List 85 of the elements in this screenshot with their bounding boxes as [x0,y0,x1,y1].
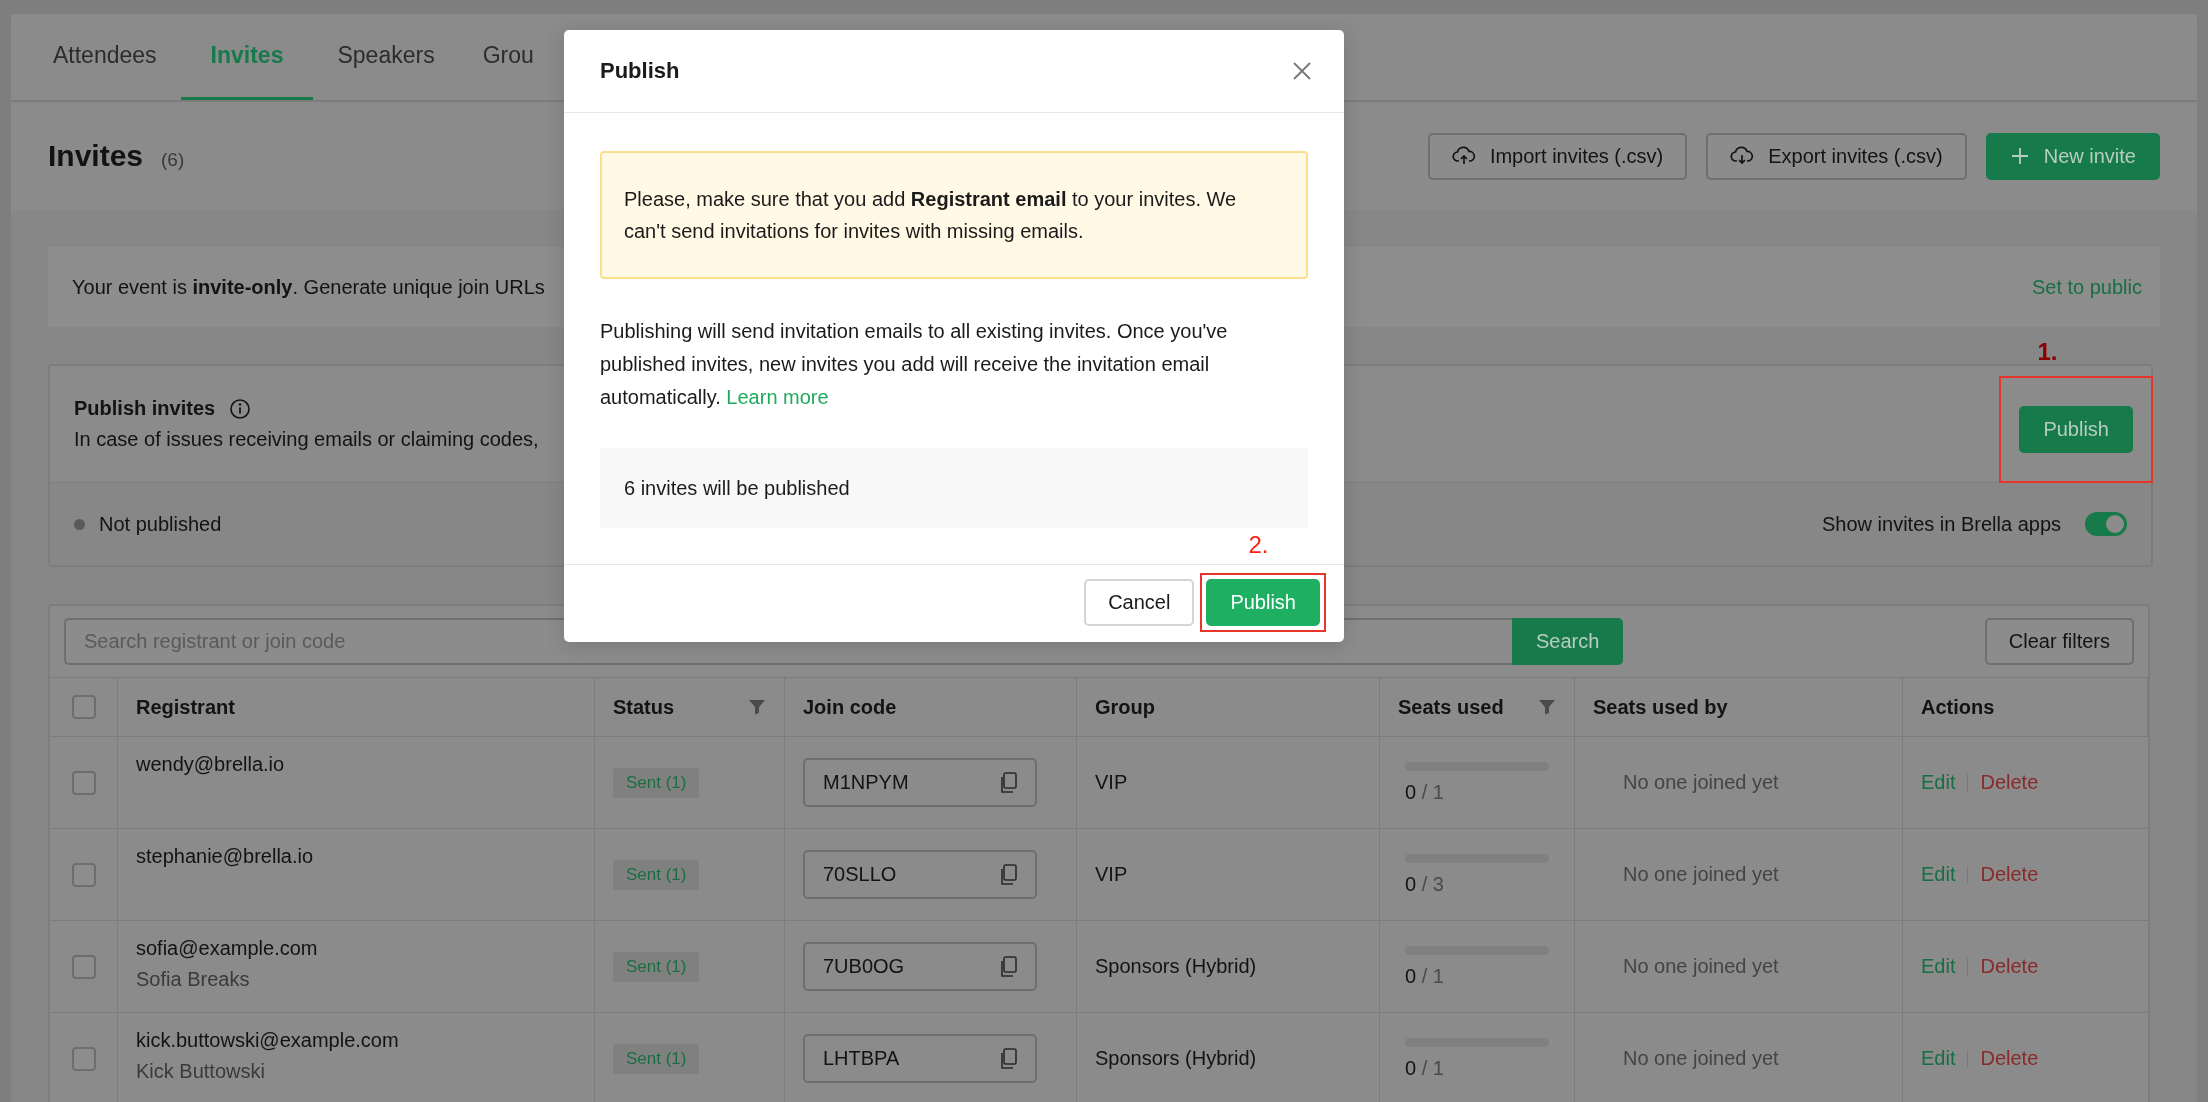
checkbox[interactable] [71,954,96,979]
cloud-icon [1730,146,1755,166]
checkbox[interactable] [71,695,96,719]
dialog-description: Publishing will send invitation emails to all existing invites. Once you've published invites, new invites you add will receive the invitation email automatically. Learn more [600,319,1229,410]
column-header: Status [613,695,675,719]
registrant-email: sofia@example.com [136,937,319,960]
registrant-email: kick.buttowski@example.com [136,1029,400,1052]
plus-icon [2009,146,2030,166]
info-icon [229,397,252,420]
delete-link[interactable]: Delete [1980,1047,2039,1070]
toggle-label: Show invites in Brella apps [1822,512,2061,536]
delete-link[interactable]: Delete [1980,955,2039,978]
status-badge: Sent (1) [613,767,700,798]
checkbox[interactable] [71,1046,96,1071]
annotation-number: 2. [1248,531,1269,559]
seats-count: 0 / 3 [1405,872,1445,896]
column-header: Actions [1921,695,1995,719]
registrant-email: wendy@brella.io [136,753,286,776]
cancel-button[interactable]: Cancel [1084,579,1195,626]
confirm-publish-button[interactable]: Publish [1206,579,1320,626]
filter-icon[interactable] [748,699,766,715]
status-badge: Sent (1) [613,1043,700,1074]
tab[interactable]: Grou [458,14,558,100]
publish-description: In case of issues receiving emails or claiming codes, [74,428,539,451]
toggle-switch[interactable] [2085,512,2127,536]
publish-button[interactable]: Publish [2019,405,2133,453]
publish-title: Publish invites [74,397,216,420]
group-name: VIP [1095,771,1128,794]
edit-link[interactable]: Edit [1921,955,1956,978]
tab[interactable]: Attendees [29,14,181,100]
edit-link[interactable]: Edit [1921,863,1956,886]
delete-link[interactable]: Delete [1980,771,2039,794]
set-to-public-link[interactable]: Set to public [2031,275,2142,299]
tab[interactable]: Speakers [313,14,459,100]
seats-count: 0 / 1 [1405,780,1445,804]
edit-link[interactable]: Edit [1921,771,1956,794]
seats-count: 0 / 1 [1405,964,1445,988]
edit-link[interactable]: Edit [1921,1047,1956,1070]
new-invite-button[interactable]: New invite [1985,132,2160,180]
column-header: Join code [803,695,897,719]
column-header: Seats used [1398,695,1504,719]
status-dot [74,518,85,530]
group-name: VIP [1095,863,1128,886]
seats-used-by: No one joined yet [1622,771,1779,794]
registrant-email: stephanie@brella.io [136,845,315,868]
delete-link[interactable]: Delete [1980,863,2039,886]
filter-icon[interactable] [1538,699,1556,715]
seats-used-by: No one joined yet [1622,863,1779,886]
clear-filters-button[interactable]: Clear filters [1984,618,2134,665]
status-badge: Sent (1) [613,951,700,982]
column-header: Registrant [136,695,235,719]
invite-count: (6) [161,149,185,171]
export-button[interactable]: Export invites (.csv) [1706,132,1967,180]
copy-icon[interactable] [999,1047,1017,1070]
join-code-field[interactable]: 70SLLO [803,850,1037,899]
close-icon[interactable] [1292,61,1312,81]
dialog-title: Publish [600,58,680,84]
warning-text: Please, make sure that you add Registrant email to your invites. We can't send invitations for invites with missing emails. [624,188,1237,242]
column-header: Seats used by [1593,695,1728,719]
copy-icon[interactable] [999,863,1017,886]
publish-count: 6 invites will be published [624,476,850,500]
copy-icon[interactable] [999,955,1017,978]
join-code-field[interactable]: M1NPYM [803,758,1037,807]
seats-used-by: No one joined yet [1622,1047,1779,1070]
group-name: Sponsors (Hybrid) [1095,955,1257,978]
cloud-icon [1451,146,1476,166]
checkbox[interactable] [71,862,96,887]
registrant-name: Sofia Breaks [136,968,251,991]
group-name: Sponsors (Hybrid) [1095,1047,1257,1070]
registrant-name: Kick Buttowski [136,1060,266,1083]
learn-more-link[interactable]: Learn more [726,386,829,408]
annotation-number: 1. [2037,337,2058,366]
join-code-field[interactable]: 7UB0OG [803,942,1037,991]
notice-text: Your event is invite-only. Generate unique join URLs [72,275,545,299]
copy-icon[interactable] [999,771,1017,794]
import-button[interactable]: Import invites (.csv) [1427,132,1688,180]
page-title: Invites [48,139,144,173]
checkbox[interactable] [71,770,96,795]
search-button[interactable]: Search [1512,618,1624,665]
seats-used-by: No one joined yet [1622,955,1779,978]
publish-status: Not published [99,512,222,536]
status-badge: Sent (1) [613,859,700,890]
seats-count: 0 / 1 [1405,1056,1445,1080]
join-code-field[interactable]: LHTBPA [803,1034,1037,1083]
column-header: Group [1095,695,1155,719]
